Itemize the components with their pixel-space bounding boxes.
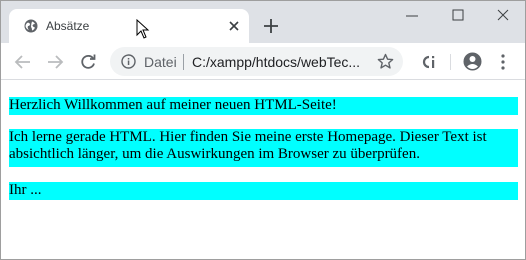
back-arrow-icon[interactable] <box>14 53 32 71</box>
kebab-menu-icon[interactable] <box>500 54 506 70</box>
tab-title: Absätze <box>46 19 90 33</box>
address-bar[interactable]: Datei C:/xampp/htdocs/webTec... <box>110 47 403 76</box>
url-text[interactable]: C:/xampp/htdocs/webTec... <box>192 54 368 70</box>
globe-icon <box>24 19 38 33</box>
toolbar-divider <box>450 54 451 70</box>
window-close-icon[interactable] <box>496 8 510 22</box>
forward-arrow-icon[interactable] <box>46 53 64 71</box>
extension-icon[interactable] <box>421 54 439 70</box>
page-content: Herzlich Willkommen auf meiner neuen HTM… <box>1 81 525 259</box>
info-icon[interactable] <box>121 54 136 69</box>
account-icon[interactable] <box>463 52 482 71</box>
paragraph-welcome: Herzlich Willkommen auf meiner neuen HTM… <box>9 97 518 115</box>
star-icon[interactable] <box>377 53 394 70</box>
address-divider <box>183 54 184 70</box>
browser-toolbar: Datei C:/xampp/htdocs/webTec... <box>1 43 525 80</box>
close-icon[interactable] <box>227 19 241 33</box>
maximize-icon[interactable] <box>451 8 465 22</box>
minimize-icon[interactable] <box>405 8 419 22</box>
reload-icon[interactable] <box>79 53 97 71</box>
new-tab-icon[interactable] <box>263 18 279 34</box>
scheme-label: Datei <box>144 54 177 70</box>
paragraph-intro: Ich lerne gerade HTML. Hier finden Sie m… <box>9 129 518 167</box>
browser-window: Absätze Datei C:/xampp/htdocs/webTec... … <box>0 0 526 260</box>
mouse-cursor-icon <box>136 19 150 39</box>
paragraph-signature: Ihr ... <box>9 182 518 200</box>
tab-absaetze[interactable]: Absätze <box>9 9 249 43</box>
tab-strip: Absätze <box>1 1 525 43</box>
